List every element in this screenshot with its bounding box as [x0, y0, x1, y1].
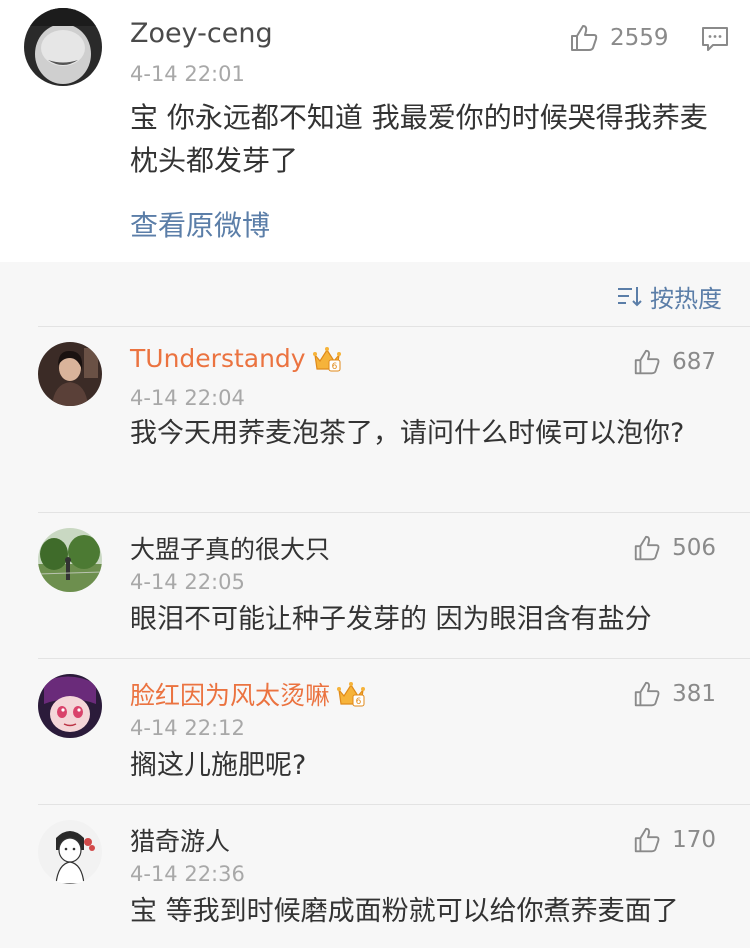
comment-like-count: 506	[672, 535, 716, 561]
vip-crown-icon: 6	[337, 682, 366, 707]
commenter-name[interactable]: TUnderstandy 6	[130, 344, 342, 373]
svg-text:6: 6	[331, 362, 337, 372]
comment-item: 大盟子真的很大只 4-14 22:05 眼泪不可能让种子发芽的 因为眼泪含有盐分…	[0, 512, 750, 658]
comment-like-count: 687	[672, 349, 716, 375]
comment-icon	[702, 27, 728, 51]
comment-button[interactable]	[700, 24, 730, 54]
commenter-name-text: TUnderstandy	[130, 344, 306, 373]
post-time: 4-14 22:01	[130, 62, 245, 86]
commenter-avatar[interactable]	[38, 820, 102, 884]
svg-text:6: 6	[356, 697, 362, 707]
weibo-comment-page: Zoey-ceng 4-14 22:01 2559 宝 你永远都不知道 我最爱你…	[0, 0, 750, 948]
post-like-count: 2559	[610, 25, 669, 51]
comment-time: 4-14 22:04	[130, 386, 245, 410]
view-original-link[interactable]: 查看原微博	[130, 204, 270, 244]
post-like-button[interactable]: 2559	[568, 22, 669, 54]
comment-list: 按热度 TUnderstandy 6 4-14 22:04 我今天用荞麦泡茶了，…	[0, 262, 750, 948]
sort-icon	[618, 287, 642, 307]
comment-time: 4-14 22:05	[130, 570, 245, 594]
comment-like-count: 381	[672, 681, 716, 707]
thumbs-up-icon	[571, 25, 598, 51]
vip-crown-icon: 6	[312, 346, 341, 372]
comment-like-count: 170	[672, 827, 716, 853]
main-post: Zoey-ceng 4-14 22:01 2559 宝 你永远都不知道 我最爱你…	[0, 0, 750, 262]
commenter-avatar[interactable]	[38, 674, 102, 738]
thumbs-up-icon	[634, 535, 660, 561]
commenter-name[interactable]: 脸红因为风太烫嘛 6	[130, 676, 366, 712]
comment-like-button[interactable]: 506	[632, 532, 716, 564]
comment-text: 搁这儿施肥呢?	[130, 750, 307, 781]
comment-item: 脸红因为风太烫嘛 6 4-14 22:12 搁这儿施肥呢? 381	[0, 658, 750, 804]
commenter-name-text: 猎奇游人	[130, 827, 231, 856]
comment-item: 猎奇游人 4-14 22:36 宝 等我到时候磨成面粉就可以给你煮荞麦面了 17…	[0, 804, 750, 948]
commenter-name[interactable]: 猎奇游人	[130, 822, 230, 858]
commenter-avatar[interactable]	[38, 528, 102, 592]
comment-time: 4-14 22:36	[130, 862, 245, 886]
thumbs-up-icon	[634, 681, 660, 707]
comment-like-button[interactable]: 170	[632, 824, 716, 856]
thumbs-up-icon	[634, 349, 660, 375]
sort-label: 按热度	[650, 284, 722, 313]
comment-text: 宝 等我到时候磨成面粉就可以给你煮荞麦面了	[130, 896, 679, 927]
commenter-avatar[interactable]	[38, 342, 102, 406]
comment-time: 4-14 22:12	[130, 716, 245, 740]
sort-by-hot-button[interactable]: 按热度	[616, 278, 722, 314]
comment-like-button[interactable]: 687	[632, 346, 716, 378]
thumbs-up-icon	[634, 827, 660, 853]
commenter-name[interactable]: 大盟子真的很大只	[130, 530, 330, 566]
commenter-name-text: 脸红因为风太烫嘛	[130, 681, 331, 710]
comment-text: 眼泪不可能让种子发芽的 因为眼泪含有盐分	[130, 604, 652, 635]
comment-text: 我今天用荞麦泡茶了，请问什么时候可以泡你?	[130, 418, 685, 449]
post-avatar[interactable]	[24, 8, 102, 86]
post-username[interactable]: Zoey-ceng	[130, 18, 273, 49]
post-text: 宝 你永远都不知道 我最爱你的时候哭得我荞麦枕头都发芽了	[130, 101, 708, 177]
commenter-name-text: 大盟子真的很大只	[130, 535, 331, 564]
comment-item: TUnderstandy 6 4-14 22:04 我今天用荞麦泡茶了，请问什么…	[0, 326, 750, 512]
comment-like-button[interactable]: 381	[632, 678, 716, 710]
